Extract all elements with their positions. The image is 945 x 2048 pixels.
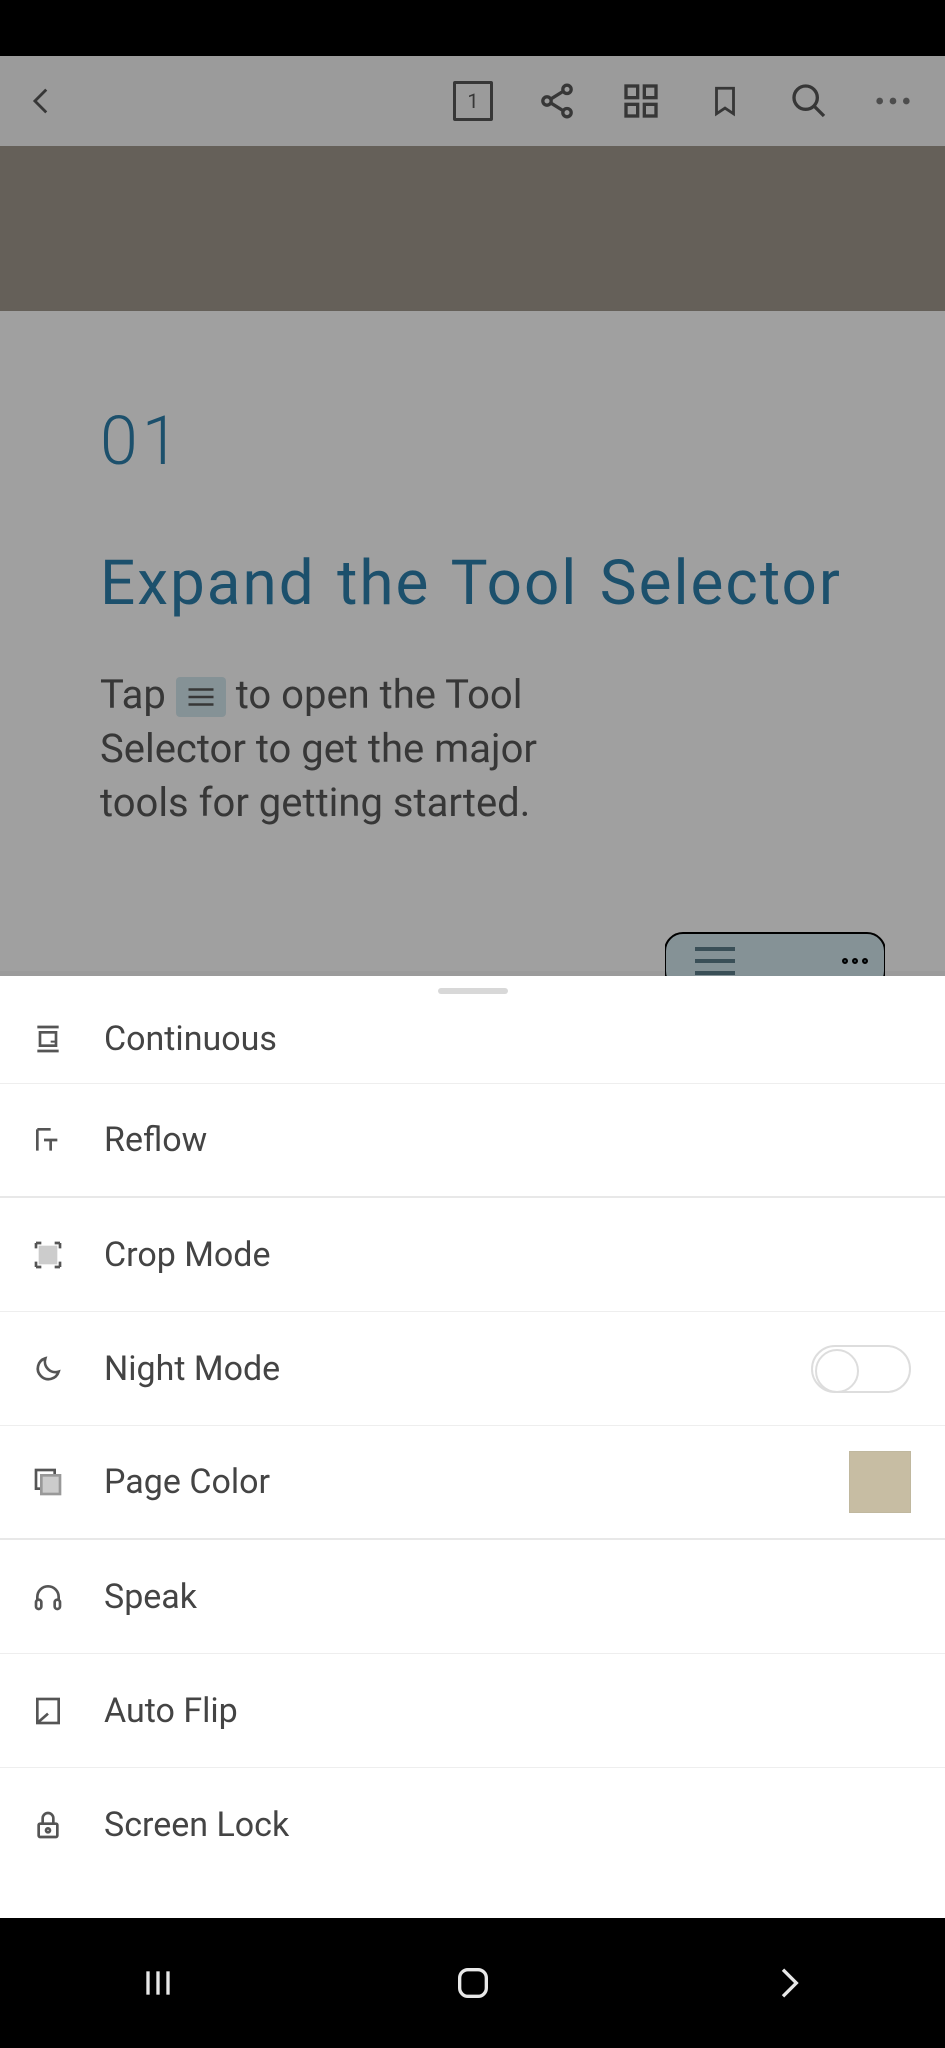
- headphones-icon: [28, 1577, 68, 1617]
- night-mode-toggle[interactable]: [811, 1345, 911, 1393]
- menu-item-speak[interactable]: Speak: [0, 1540, 945, 1654]
- page-color-icon: [28, 1462, 68, 1502]
- page-color-swatch[interactable]: [849, 1451, 911, 1513]
- view-menu: Continuous Reflow Crop Mode Night Mode: [0, 994, 945, 1882]
- continuous-icon: [28, 1019, 68, 1059]
- menu-item-auto-flip[interactable]: Auto Flip: [0, 1654, 945, 1768]
- menu-item-screen-lock[interactable]: Screen Lock: [0, 1768, 945, 1882]
- auto-flip-icon: [28, 1691, 68, 1731]
- menu-label: Auto Flip: [104, 1691, 917, 1731]
- menu-item-continuous[interactable]: Continuous: [0, 994, 945, 1084]
- modal-dim-overlay[interactable]: [0, 56, 945, 976]
- nav-recents-button[interactable]: [128, 1953, 188, 2013]
- menu-label: Continuous: [104, 1019, 917, 1059]
- menu-label: Screen Lock: [104, 1805, 917, 1845]
- crop-icon: [28, 1235, 68, 1275]
- bottom-sheet: Continuous Reflow Crop Mode Night Mode: [0, 976, 945, 1918]
- menu-label: Speak: [104, 1577, 917, 1617]
- reflow-icon: [28, 1120, 68, 1160]
- menu-label: Crop Mode: [104, 1235, 917, 1275]
- system-nav-bar: [0, 1918, 945, 2048]
- menu-label: Night Mode: [104, 1349, 811, 1389]
- menu-item-reflow[interactable]: Reflow: [0, 1084, 945, 1198]
- menu-item-night-mode[interactable]: Night Mode: [0, 1312, 945, 1426]
- menu-label: Reflow: [104, 1120, 917, 1160]
- menu-item-crop-mode[interactable]: Crop Mode: [0, 1198, 945, 1312]
- menu-item-page-color[interactable]: Page Color: [0, 1426, 945, 1540]
- menu-label: Page Color: [104, 1462, 849, 1502]
- moon-icon: [28, 1349, 68, 1389]
- status-bar: [0, 0, 945, 56]
- nav-back-button[interactable]: [758, 1953, 818, 2013]
- nav-home-button[interactable]: [443, 1953, 503, 2013]
- lock-icon: [28, 1805, 68, 1845]
